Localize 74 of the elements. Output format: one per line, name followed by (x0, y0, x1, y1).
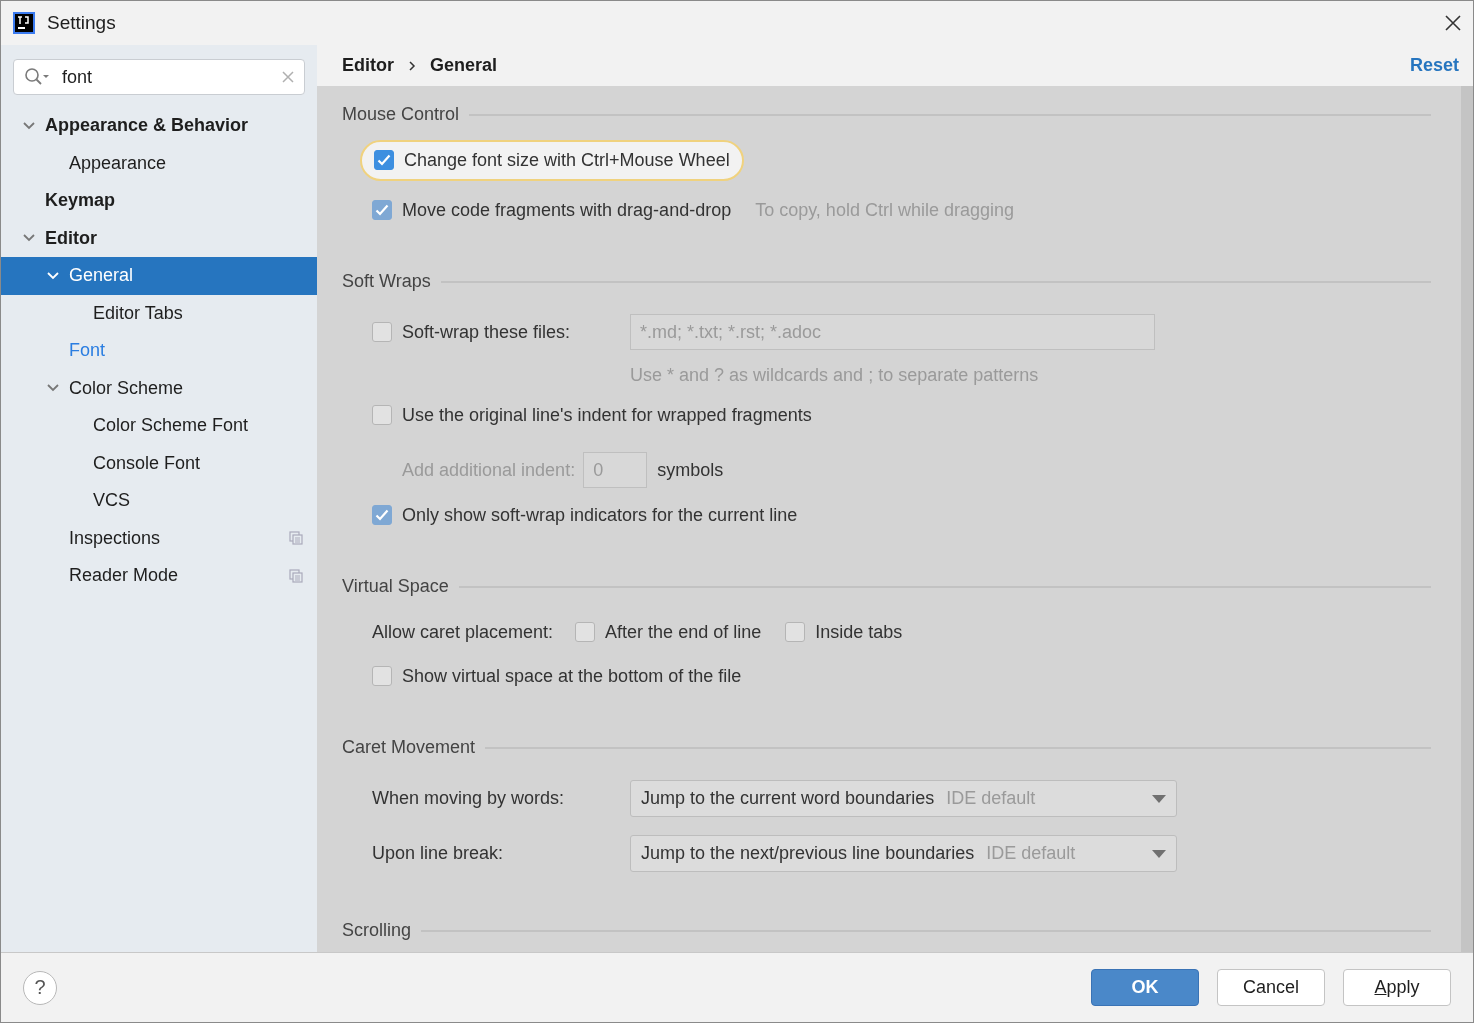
hint-text: To copy, hold Ctrl while dragging (755, 199, 1014, 221)
checkbox[interactable] (372, 505, 392, 525)
search-field[interactable]: font (13, 59, 305, 95)
check-icon (375, 509, 389, 521)
section-title: Soft Wraps (342, 271, 431, 292)
section-title: Caret Movement (342, 737, 476, 758)
field-label: Add additional indent: (402, 459, 576, 481)
tree-item-label: Editor (45, 227, 98, 249)
scrollbar[interactable] (1461, 86, 1473, 952)
tree-item-label: Appearance & Behavior (45, 115, 250, 137)
checkbox-option[interactable]: Inside tabs (785, 621, 903, 643)
section-title: Virtual Space (342, 576, 449, 597)
tree-item[interactable]: Inspections (1, 519, 317, 557)
tree-item-label: General (69, 265, 135, 287)
checkbox-option[interactable]: Change font size with Ctrl+Mouse Wheel (360, 139, 744, 181)
tree-item[interactable]: Keymap (1, 182, 317, 220)
tree-item-label: Editor Tabs (93, 302, 184, 324)
clear-icon[interactable] (282, 71, 294, 83)
field-label: When moving by words: (372, 788, 566, 809)
option-label: Soft-wrap these files: (402, 321, 571, 343)
dropdown[interactable]: Jump to the current word boundaries IDE default (630, 780, 1177, 817)
checkbox-option[interactable]: After the end of line (575, 621, 762, 643)
tree-item[interactable]: Reader Mode (1, 557, 317, 595)
dropdown-arrow-icon (1152, 794, 1166, 803)
option-label: Change font size with Ctrl+Mouse Wheel (404, 149, 730, 171)
checkbox[interactable] (785, 622, 806, 642)
checkbox[interactable] (575, 622, 596, 642)
check-icon (377, 154, 391, 166)
tree-item[interactable]: VCS (1, 482, 317, 520)
checkbox[interactable] (374, 150, 394, 170)
tree-item-label: Color Scheme (69, 377, 185, 399)
tree-item-label: VCS (93, 490, 131, 512)
dropdown[interactable]: Jump to the next/previous line boundaries IDE default (630, 835, 1177, 872)
unit-label: symbols (657, 459, 724, 481)
close-icon[interactable] (1445, 15, 1461, 31)
reset-link[interactable]: Reset (1409, 55, 1459, 76)
chevron-right-icon (408, 60, 416, 71)
window-title: Settings (47, 12, 117, 34)
tree-item[interactable]: General (1, 257, 317, 295)
tree-item-label: Reader Mode (69, 565, 180, 587)
help-button[interactable]: ? (23, 970, 57, 1005)
breadcrumb-item: Editor (342, 55, 394, 76)
dialog-button[interactable]: Cancel (1217, 969, 1325, 1006)
check-icon (375, 204, 389, 216)
tree-item[interactable]: Console Font (1, 444, 317, 482)
hint-text: Use * and ? as wildcards and ; to separate patterns (630, 364, 1039, 386)
app-logo-icon (13, 12, 35, 34)
checkbox[interactable] (372, 405, 392, 425)
option-label: After the end of line (605, 621, 762, 643)
option-label: Inside tabs (815, 621, 903, 643)
tree-item[interactable]: Editor Tabs (1, 294, 317, 332)
breadcrumb-item: General (430, 55, 498, 76)
tree-item-label: Font (69, 340, 107, 362)
tree-item[interactable]: Editor (1, 219, 317, 257)
tree-item[interactable]: Appearance & Behavior (1, 107, 317, 145)
section-title: Scrolling (342, 920, 412, 941)
dropdown-arrow-icon (1152, 849, 1166, 858)
tree-item-label: Keymap (45, 190, 117, 212)
tree-item-label: Inspections (69, 527, 162, 549)
tree-item-label: Appearance (69, 152, 168, 174)
field-label: Allow caret placement: (372, 621, 554, 643)
search-icon (24, 67, 50, 87)
field-label: Upon line break: (372, 843, 505, 864)
tree-item-label: Color Scheme Font (93, 415, 250, 437)
tree-item[interactable]: Color Scheme Font (1, 407, 317, 445)
dialog-button[interactable]: Apply (1343, 969, 1451, 1006)
checkbox[interactable] (372, 666, 392, 686)
tree-item[interactable]: Appearance (1, 144, 317, 182)
dialog-button[interactable]: OK (1091, 969, 1199, 1006)
search-input[interactable]: font (60, 65, 272, 89)
section-title: Mouse Control (342, 104, 460, 125)
tree-item[interactable]: Color Scheme (1, 369, 317, 407)
checkbox[interactable] (372, 200, 392, 220)
tree-item-label: Console Font (93, 452, 202, 474)
